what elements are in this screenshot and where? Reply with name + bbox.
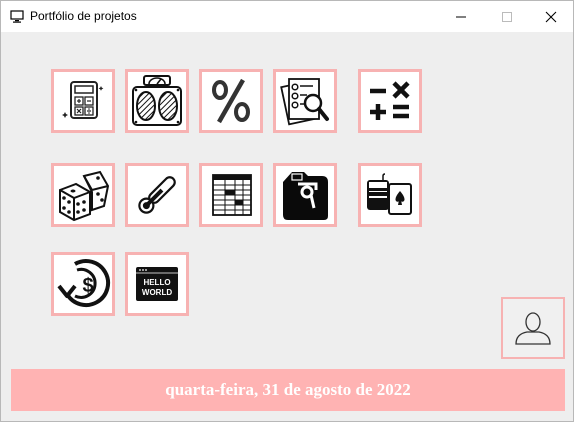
monitor-icon [10,10,24,23]
svg-text:WORLD: WORLD [142,288,172,297]
thermometer-icon [138,176,176,214]
calculator-icon [62,81,104,119]
hello-world-icon: HELLO WORLD [136,267,178,301]
math-operators-icon [370,81,410,120]
svg-text:$: $ [82,275,93,297]
spreadsheet-icon [212,174,252,216]
project-percent-button[interactable] [199,69,263,133]
close-button[interactable] [528,1,574,32]
maximize-button[interactable] [484,1,530,32]
maximize-icon [502,11,512,22]
current-date: quarta-feira, 31 de agosto de 2022 [165,380,411,399]
project-thermometer-button[interactable] [125,163,189,227]
project-operators-button[interactable] [358,69,422,133]
minimize-icon [456,16,466,17]
jerrycan-icon [283,172,328,220]
svg-text:HELLO: HELLO [143,278,170,287]
checklist-search-icon [280,78,329,126]
project-cards-button[interactable] [358,163,422,227]
title-bar: Portfólio de projetos [1,1,573,32]
project-scale-button[interactable] [125,69,189,133]
app-window: Portfólio de projetos $ HELLO WORLD quar… [0,0,574,422]
project-spreadsheet-button[interactable] [199,163,263,227]
money-cycle-icon: $ [57,259,111,308]
project-money-button[interactable]: $ [51,252,115,316]
user-button[interactable] [501,297,565,359]
project-survey-button[interactable] [273,69,337,133]
project-dice-button[interactable] [51,163,115,227]
percent-icon [212,78,250,124]
user-icon [515,312,551,345]
dice-icon [59,170,110,222]
window-title: Portfólio de projetos [30,9,137,23]
close-icon [545,11,557,22]
card-deck-icon [367,173,412,215]
minimize-button[interactable] [438,1,484,32]
project-fuel-button[interactable] [273,163,337,227]
project-calculator-button[interactable] [51,69,115,133]
project-hello-world-button[interactable]: HELLO WORLD [125,252,189,316]
date-banner: quarta-feira, 31 de agosto de 2022 [11,369,565,411]
scale-icon [132,75,182,126]
